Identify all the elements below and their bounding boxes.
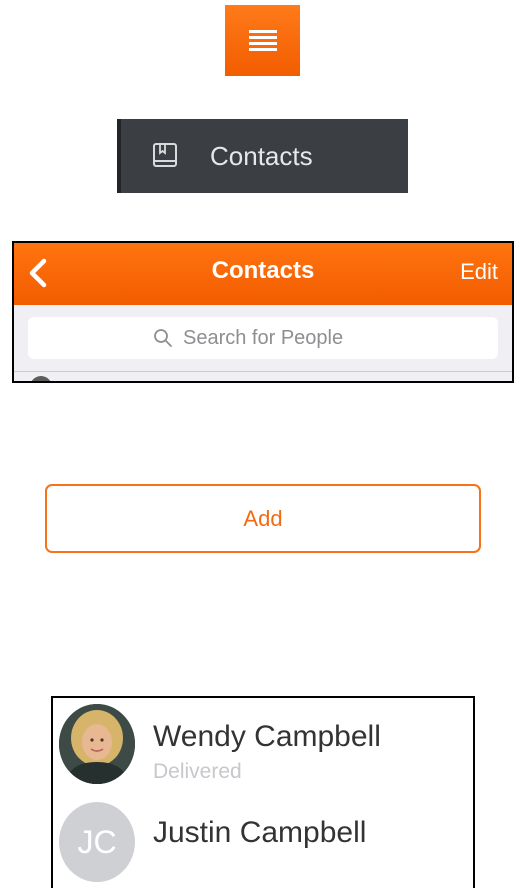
avatar-photo-icon [59, 704, 135, 784]
list-item[interactable]: Wendy Campbell Delivered [53, 704, 473, 790]
page-title: Contacts [211, 257, 315, 284]
search-bar [14, 305, 512, 372]
hamburger-menu-icon [248, 30, 277, 51]
search-box[interactable] [28, 317, 498, 359]
list-avatar-peek [30, 376, 52, 381]
search-icon [154, 329, 172, 347]
contact-name: Wendy Campbell [153, 720, 381, 753]
search-input[interactable] [183, 326, 373, 350]
contact-name: Justin Campbell [153, 816, 367, 849]
side-menu-item-label: Contacts [210, 140, 313, 171]
list-item[interactable]: JC Justin Campbell [53, 802, 473, 888]
avatar: JC [59, 802, 135, 882]
menu-button[interactable] [225, 5, 300, 76]
add-button[interactable]: Add [45, 484, 481, 553]
nav-bar: Contacts Edit [14, 243, 512, 305]
side-menu-item-contacts[interactable]: Contacts [117, 119, 408, 193]
contacts-nav-panel: Contacts Edit [12, 241, 514, 383]
edit-button[interactable]: Edit [460, 259, 498, 285]
contact-status: Delivered [153, 760, 242, 783]
address-book-icon [153, 143, 177, 167]
contacts-list: Wendy Campbell Delivered JC Justin Campb… [51, 696, 475, 888]
avatar [59, 704, 135, 784]
